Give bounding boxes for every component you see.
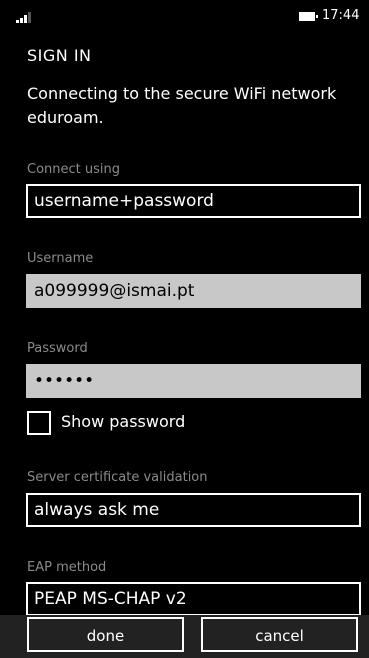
form-scroll-area[interactable]: Connecting to the secure WiFi network ed… bbox=[0, 85, 369, 615]
status-time: 17:44 bbox=[322, 8, 360, 23]
battery-icon bbox=[299, 12, 318, 21]
server-cert-select[interactable]: always ask me bbox=[26, 493, 361, 527]
connect-using-select[interactable]: username+password bbox=[26, 184, 361, 218]
status-bar: 17:44 bbox=[0, 0, 369, 28]
server-cert-label: Server certificate validation bbox=[27, 470, 208, 485]
show-password-checkbox[interactable] bbox=[27, 411, 51, 435]
eap-method-select[interactable]: PEAP MS-CHAP v2 bbox=[26, 582, 361, 615]
done-button[interactable]: done bbox=[27, 617, 184, 652]
page-title: SIGN IN bbox=[27, 46, 92, 65]
connect-using-label: Connect using bbox=[27, 162, 120, 177]
signal-strength-icon bbox=[16, 11, 38, 23]
app-bar: done cancel bbox=[0, 615, 369, 658]
password-label: Password bbox=[27, 341, 88, 356]
cancel-button[interactable]: cancel bbox=[201, 617, 358, 652]
intro-text: Connecting to the secure WiFi network ed… bbox=[27, 85, 337, 127]
username-field[interactable]: a099999@ismai.pt bbox=[26, 274, 361, 308]
password-field[interactable]: •••••• bbox=[26, 364, 361, 398]
eap-method-label: EAP method bbox=[27, 560, 107, 575]
username-label: Username bbox=[27, 251, 94, 266]
show-password-label[interactable]: Show password bbox=[61, 412, 185, 431]
